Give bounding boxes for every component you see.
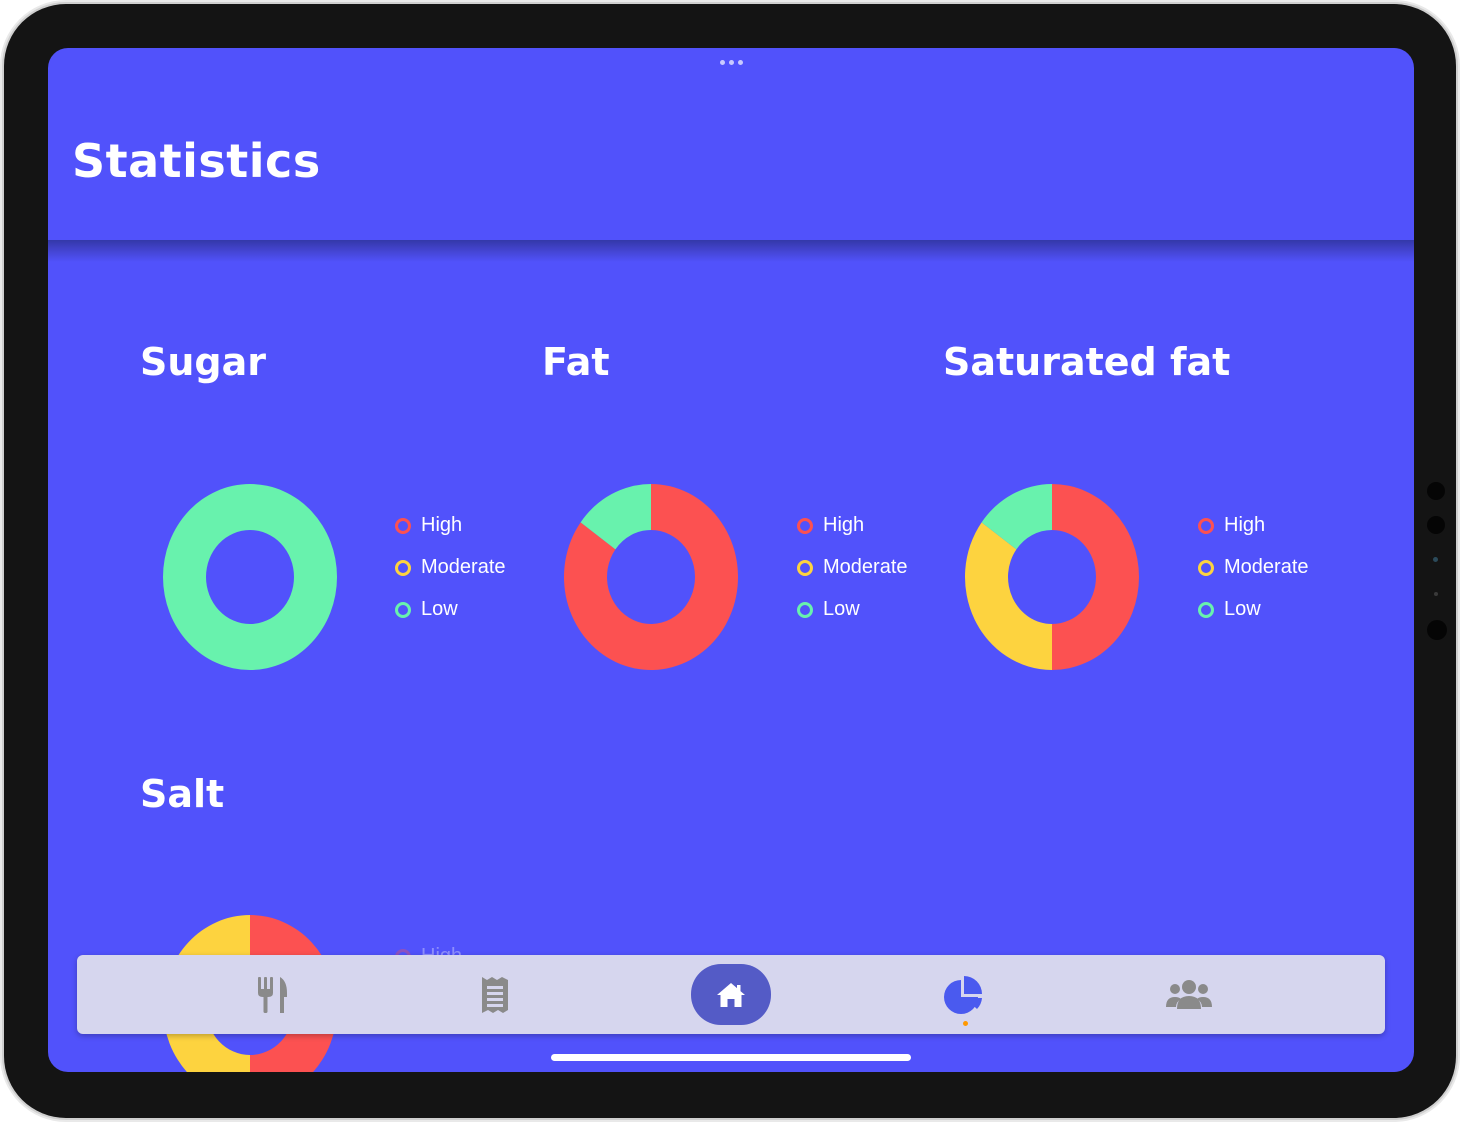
tab-receipts[interactable]: [465, 955, 525, 1034]
power-button: [1427, 620, 1447, 640]
volume-up-button: [1427, 482, 1445, 500]
legend-label-low: Low: [1224, 598, 1261, 620]
legend-label-high: High: [421, 514, 463, 536]
legend-label-low: Low: [823, 598, 860, 620]
legend-item-low: Low: [1198, 598, 1261, 621]
cutlery-icon: [258, 976, 287, 1013]
legend-item-moderate: Moderate: [395, 556, 506, 579]
legend-item-high: High: [1198, 514, 1265, 537]
tab-community[interactable]: [1159, 955, 1219, 1034]
legend-item-low: Low: [797, 598, 860, 621]
high-legend-icon: [395, 517, 411, 534]
users-icon: [1166, 979, 1212, 1009]
legend-label-moderate: Moderate: [421, 556, 506, 578]
saturated-fat-donut-chart: [965, 484, 1139, 670]
receipt-icon: [482, 976, 508, 1013]
fat-title: Fat: [542, 340, 610, 384]
volume-down-button: [1427, 516, 1445, 534]
sugar-donut-chart: [163, 484, 337, 670]
tab-meals[interactable]: [243, 955, 303, 1034]
legend-item-low: Low: [395, 598, 458, 621]
moderate-legend-icon: [797, 559, 813, 576]
high-legend-icon: [1198, 517, 1214, 534]
bottom-tab-bar: [77, 955, 1385, 1034]
moderate-legend-icon: [1198, 559, 1214, 576]
legend-item-high: High: [797, 514, 864, 537]
sugar-title: Sugar: [140, 340, 267, 384]
fat-donut-chart: [564, 484, 738, 670]
salt-title: Salt: [140, 772, 225, 816]
legend-item-moderate: Moderate: [797, 556, 908, 579]
low-legend-icon: [395, 601, 411, 618]
header-divider: [48, 240, 1414, 262]
legend-item-moderate: Moderate: [1198, 556, 1309, 579]
low-legend-icon: [797, 601, 813, 618]
legend-label-high: High: [1224, 514, 1266, 536]
legend-label-moderate: Moderate: [1224, 556, 1309, 578]
active-tab-indicator: [963, 1021, 968, 1026]
moderate-legend-icon: [395, 559, 411, 576]
low-legend-icon: [1198, 601, 1214, 618]
home-icon: [717, 982, 745, 1007]
app-screen: Statistics Sugar High Moderate Low Fat H…: [48, 48, 1414, 1072]
high-legend-icon: [797, 517, 813, 534]
camera-dot: [1433, 557, 1438, 562]
multitasking-handle[interactable]: [718, 60, 744, 68]
legend-item-high: High: [395, 514, 462, 537]
donut-slice-moderate: [965, 522, 1052, 670]
sensor-dot: [1434, 592, 1438, 596]
donut-slice-high: [1052, 484, 1139, 670]
donut-slice-low: [163, 484, 337, 670]
legend-label-high: High: [823, 514, 865, 536]
legend-label-low: Low: [421, 598, 458, 620]
saturated-fat-title: Saturated fat: [943, 340, 1231, 384]
home-button[interactable]: [691, 964, 771, 1025]
home-indicator[interactable]: [551, 1054, 911, 1061]
pie-chart-icon: [944, 975, 982, 1014]
page-title: Statistics: [72, 134, 321, 188]
legend-label-moderate: Moderate: [823, 556, 908, 578]
